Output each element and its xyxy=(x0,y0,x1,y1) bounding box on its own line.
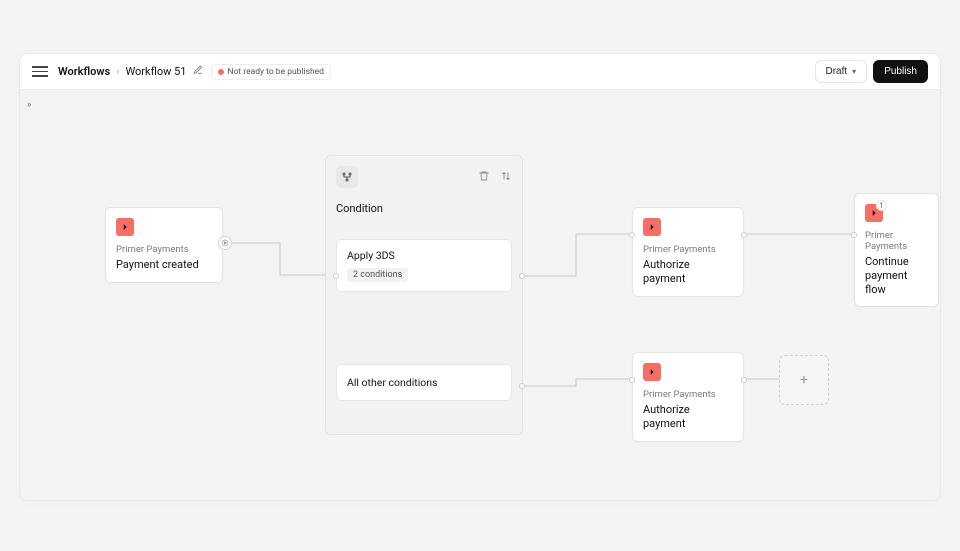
port[interactable] xyxy=(851,232,857,238)
node-subtitle: Primer Payments xyxy=(643,389,733,400)
condition-head xyxy=(336,166,512,188)
condition-count-chip: 2 conditions xyxy=(347,268,408,282)
node-subtitle: Primer Payments xyxy=(865,230,928,252)
condition-row-apply-3ds[interactable]: Apply 3DS 2 conditions xyxy=(336,239,512,292)
add-node-button[interactable]: + xyxy=(779,355,829,405)
condition-title: Condition xyxy=(336,202,512,215)
badge-count: 1 xyxy=(876,200,887,211)
port[interactable] xyxy=(333,273,339,279)
app-window: Workflows › Workflow 51 Not ready to be … xyxy=(20,54,940,500)
breadcrumb-root[interactable]: Workflows xyxy=(58,65,110,78)
draft-dropdown[interactable]: Draft ▾ xyxy=(815,60,868,83)
breadcrumb-separator: › xyxy=(116,65,119,78)
node-condition[interactable]: Condition Apply 3DS 2 conditions All oth… xyxy=(325,155,523,435)
header-actions: Draft ▾ Publish xyxy=(815,60,929,83)
menu-icon[interactable] xyxy=(32,64,48,80)
condition-row-label: Apply 3DS xyxy=(347,249,501,262)
node-output-handle[interactable] xyxy=(218,236,232,250)
edit-icon[interactable] xyxy=(193,65,203,78)
reorder-icon[interactable] xyxy=(500,170,512,185)
breadcrumb: Workflows › Workflow 51 xyxy=(58,65,203,78)
primer-icon xyxy=(116,218,134,236)
node-title: Payment created xyxy=(116,258,212,272)
port[interactable] xyxy=(519,383,525,389)
node-subtitle: Primer Payments xyxy=(116,244,212,255)
publish-button[interactable]: Publish xyxy=(873,60,928,83)
sidebar-toggle-icon[interactable]: » xyxy=(27,100,31,110)
node-authorize-payment-top[interactable]: Primer Payments Authorize payment xyxy=(632,207,744,297)
condition-row-label: All other conditions xyxy=(347,376,501,389)
status-badge: Not ready to be published xyxy=(211,64,331,80)
node-subtitle: Primer Payments xyxy=(643,244,733,255)
port[interactable] xyxy=(629,232,635,238)
breadcrumb-current[interactable]: Workflow 51 xyxy=(125,65,186,78)
node-continue-payment-flow[interactable]: 1 Primer Payments Continue payment flow xyxy=(854,193,939,307)
status-dot-icon xyxy=(218,69,224,75)
delete-icon[interactable] xyxy=(478,170,490,185)
port[interactable] xyxy=(741,232,747,238)
port[interactable] xyxy=(629,377,635,383)
chevron-down-icon: ▾ xyxy=(852,67,856,76)
condition-actions xyxy=(478,170,512,185)
primer-icon xyxy=(643,218,661,236)
canvas[interactable]: » Primer Payments Payment created xyxy=(20,90,940,500)
node-title: Continue payment flow xyxy=(865,255,928,296)
primer-icon xyxy=(643,363,661,381)
node-title: Authorize payment xyxy=(643,258,733,286)
status-text: Not ready to be published xyxy=(228,67,324,77)
branch-icon xyxy=(336,166,358,188)
primer-icon: 1 xyxy=(865,204,883,222)
port[interactable] xyxy=(519,273,525,279)
header: Workflows › Workflow 51 Not ready to be … xyxy=(20,54,940,90)
condition-row-all-other[interactable]: All other conditions xyxy=(336,364,512,401)
node-authorize-payment-bottom[interactable]: Primer Payments Authorize payment xyxy=(632,352,744,442)
port[interactable] xyxy=(741,377,747,383)
node-title: Authorize payment xyxy=(643,403,733,431)
node-payment-created[interactable]: Primer Payments Payment created xyxy=(105,207,223,283)
